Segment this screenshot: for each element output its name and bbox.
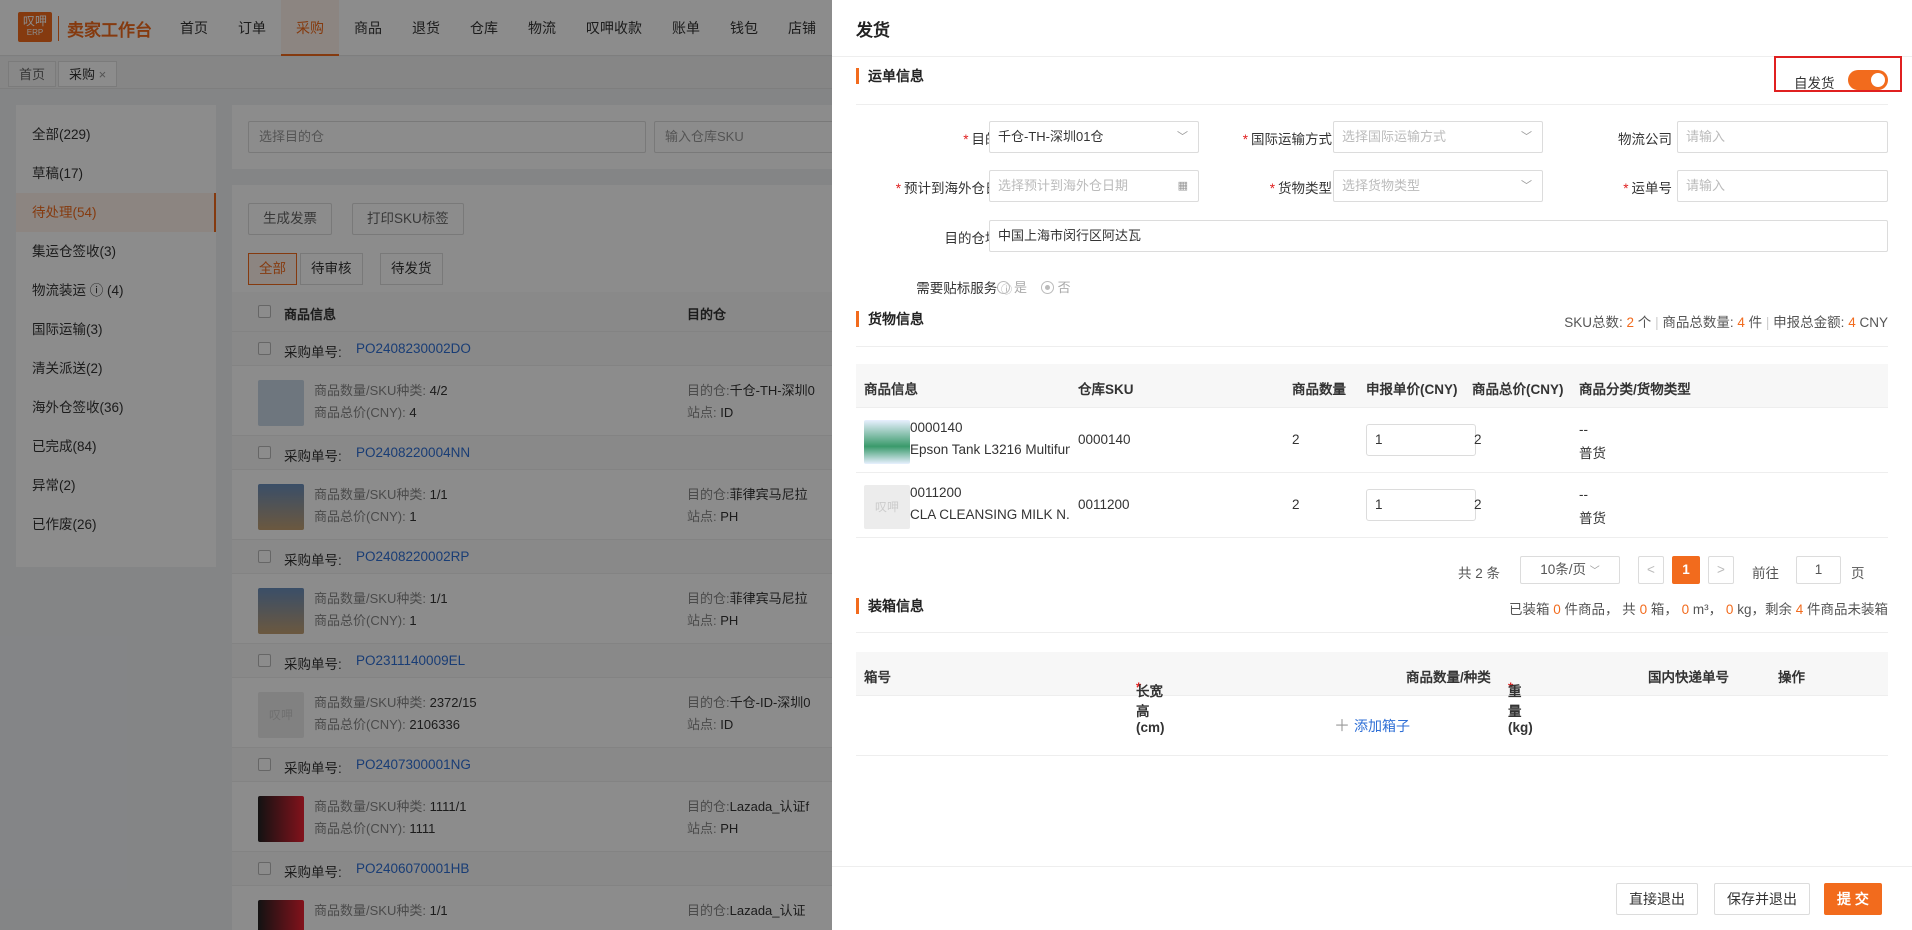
waybill-input[interactable]: 请输入	[1677, 170, 1888, 202]
table-row: 叹呷 0011200 CLA CLEANSING MILK N... 00112…	[856, 473, 1888, 538]
waybill-label: * 运单号	[1623, 181, 1672, 196]
self-ship-label: 自发货	[1794, 76, 1835, 91]
self-ship-toggle[interactable]	[1848, 70, 1888, 90]
page-size-select[interactable]: 10条/页 ﹀	[1520, 556, 1620, 584]
dest-select[interactable]: 千仓-TH-深圳01仓 ﹀	[989, 121, 1199, 153]
chevron-down-icon: ﹀	[1177, 131, 1188, 143]
section-waybill: 运单信息	[856, 68, 924, 84]
modal-overlay[interactable]	[0, 0, 832, 930]
submit-button[interactable]: 提 交	[1824, 883, 1882, 915]
next-page-button[interactable]: >	[1708, 556, 1734, 584]
pagination: 共 2 条 10条/页 ﹀ < 1 > 前往 1 页	[1458, 556, 1888, 584]
add-box-button[interactable]: ＋ 添加箱子	[856, 696, 1888, 756]
label-service-radio: 是 否	[997, 277, 1071, 296]
intl-transport-label: * 国际运输方式	[1242, 132, 1332, 147]
goods-stats: SKU总数: 2 个 | 商品总数量: 4 件 | 申报总金额: 4 CNY	[1564, 315, 1888, 330]
eta-date-picker[interactable]: 选择预计到海外仓日期 ▦	[989, 170, 1199, 202]
exit-button[interactable]: 直接退出	[1616, 883, 1698, 915]
label-service-label: 需要贴标服务 ⓘ	[916, 281, 1012, 296]
drawer-footer: 直接退出 保存并退出 提 交	[832, 866, 1912, 930]
packing-summary: 已装箱 0 件商品， 共 0 箱， 0 m³， 0 kg，剩余 4 件商品未装箱	[1508, 602, 1888, 617]
pager-total: 共 2 条	[1458, 566, 1501, 581]
ship-drawer: 发货 运单信息 自发货 *目的仓 千仓-TH-深圳01仓﹀ *国际运输方式 选择…	[832, 0, 1912, 930]
cargo-type-select[interactable]: 选择货物类型 ﹀	[1333, 170, 1543, 202]
page-1-button[interactable]: 1	[1672, 556, 1700, 584]
cargo-type-label: * 货物类型	[1269, 181, 1332, 196]
chevron-down-icon: ﹀	[1589, 566, 1600, 577]
radio-yes[interactable]: 是	[997, 280, 1027, 295]
prev-page-button[interactable]: <	[1638, 556, 1664, 584]
declared-price-input[interactable]: 1	[1366, 424, 1476, 456]
address-input[interactable]: 中国上海市闵行区阿达瓦	[989, 220, 1888, 252]
carrier-label: 物流公司	[1618, 132, 1672, 147]
chevron-down-icon: ﹀	[1521, 131, 1532, 143]
save-and-exit-button[interactable]: 保存并退出	[1714, 883, 1810, 915]
section-goods: 货物信息	[856, 311, 924, 327]
drawer-title: 发货	[856, 21, 890, 40]
chevron-down-icon: ﹀	[1521, 180, 1532, 192]
packing-table-header: 箱号 * 长宽高(cm) 商品数量/种类 * 重量(kg) 国内快递单号 操作	[856, 652, 1888, 735]
placeholder-image: 叹呷	[864, 485, 910, 529]
carrier-input[interactable]: 请输入	[1677, 121, 1888, 153]
goods-table-header: 商品信息 仓库SKU 商品数量 申报单价(CNY) 商品总价(CNY) 商品分类…	[856, 364, 1888, 408]
calendar-icon: ▦	[1177, 180, 1188, 192]
goto-page-input[interactable]: 1	[1796, 556, 1841, 584]
radio-no[interactable]: 否	[1040, 280, 1071, 295]
table-row: 0000140 Epson Tank L3216 Multifun... 000…	[856, 408, 1888, 473]
toggle-knob	[1871, 73, 1885, 87]
intl-transport-select[interactable]: 选择国际运输方式 ﹀	[1333, 121, 1543, 153]
section-packing: 装箱信息	[856, 598, 924, 614]
product-image	[864, 420, 910, 464]
declared-price-input[interactable]: 1	[1366, 489, 1476, 521]
plus-icon: ＋	[1334, 718, 1351, 735]
self-ship-toggle-area: 自发货	[1774, 56, 1902, 92]
